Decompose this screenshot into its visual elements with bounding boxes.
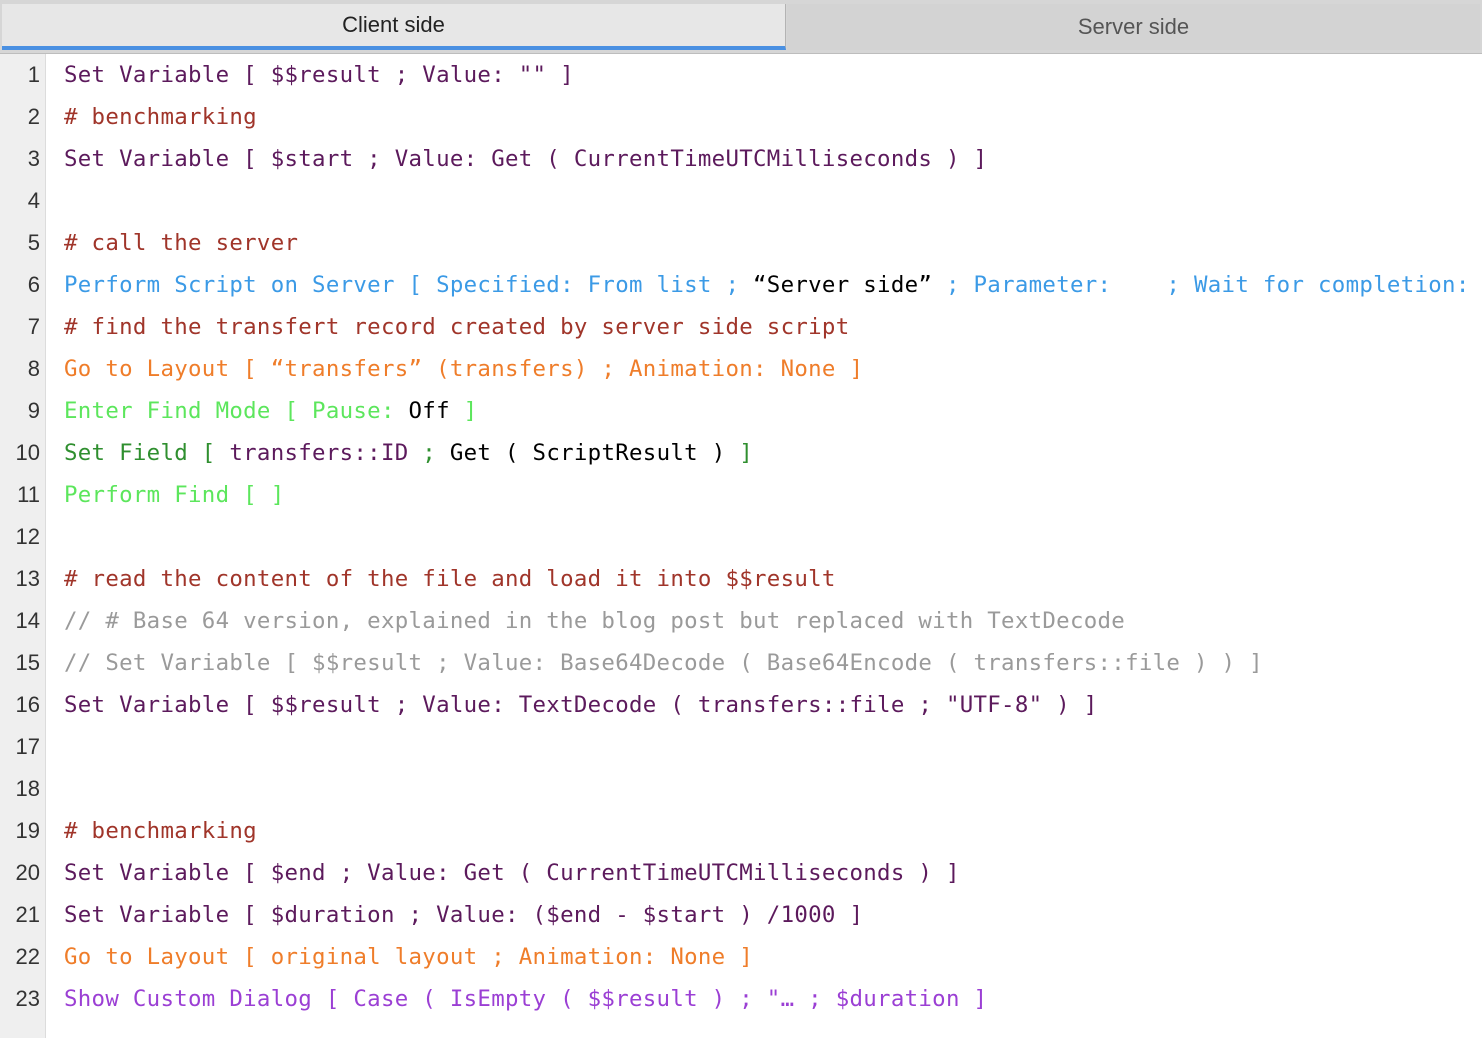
script-step: // # Base 64 version, explained in the b…	[64, 608, 1125, 634]
line-number: 11	[17, 482, 40, 507]
step-token: Perform Script on Server [ Specified: Fr…	[64, 272, 754, 298]
script-step: # find the transfert record created by s…	[64, 314, 849, 340]
step-token: # read the content of the file and load …	[64, 566, 836, 592]
line-number: 23	[15, 986, 40, 1011]
script-step: Enter Find Mode [ Pause: Off ]	[64, 398, 477, 424]
line-number: 21	[15, 902, 40, 927]
script-step-row[interactable]: 22 Go to Layout [ original layout ; Anima…	[0, 936, 1482, 978]
script-step-row[interactable]: 12	[0, 516, 1482, 558]
script-step-row[interactable]: 9 Enter Find Mode [ Pause: Off ]	[0, 390, 1482, 432]
script-step-row[interactable]: 2 # benchmarking	[0, 96, 1482, 138]
script-step: Perform Script on Server [ Specified: Fr…	[64, 272, 1482, 298]
step-token: “Server side”	[753, 272, 933, 298]
script-step: Set Variable [ $$result ; Value: "" ]	[64, 62, 574, 88]
script-step-row[interactable]: 15 // Set Variable [ $$result ; Value: Ba…	[0, 642, 1482, 684]
line-number: 5	[27, 230, 40, 255]
tab-client-side[interactable]: Client side	[2, 4, 786, 50]
script-step-row[interactable]: 8 Go to Layout [ “transfers” (transfers) …	[0, 348, 1482, 390]
line-number: 22	[15, 944, 40, 969]
line-number: 13	[15, 566, 40, 591]
script-step-row[interactable]: 6 Perform Script on Server [ Specified: F…	[0, 264, 1482, 306]
step-token: ]	[449, 398, 478, 424]
script-step-row[interactable]: 16 Set Variable [ $$result ; Value: TextD…	[0, 684, 1482, 726]
step-token: Go to Layout [ original layout ; Animati…	[64, 944, 754, 970]
script-step: Show Custom Dialog [ Case ( IsEmpty ( $$…	[64, 986, 987, 1012]
line-number: 17	[15, 734, 40, 759]
script-step: Set Field [ transfers::ID ; Get ( Script…	[64, 440, 753, 466]
line-number: 15	[15, 650, 40, 675]
line-number: 6	[27, 272, 40, 297]
step-token: Perform Find [ ]	[64, 482, 285, 508]
script-step-row[interactable]: 20 Set Variable [ $end ; Value: Get ( Cur…	[0, 852, 1482, 894]
script-step: # call the server	[64, 230, 298, 256]
step-token: # call the server	[64, 230, 299, 256]
line-number: 16	[15, 692, 40, 717]
line-number: 8	[27, 356, 40, 381]
step-token: Show Custom Dialog [ Case ( IsEmpty ( $$…	[64, 986, 988, 1012]
script-step-row[interactable]: 21 Set Variable [ $duration ; Value: ($en…	[0, 894, 1482, 936]
step-token: Set Variable [ $$result ; Value: "" ]	[64, 62, 574, 88]
script-step: Set Variable [ $$result ; Value: TextDec…	[64, 692, 1098, 718]
script-step-row[interactable]: 11 Perform Find [ ]	[0, 474, 1482, 516]
step-token: Set Variable [ $duration ; Value: ($end …	[64, 902, 864, 928]
tab-bar: Client side Server side	[0, 0, 1482, 54]
line-number: 19	[15, 818, 40, 843]
line-number: 10	[15, 440, 40, 465]
script-step: Perform Find [ ]	[64, 482, 285, 508]
line-number: 14	[15, 608, 40, 633]
step-token: Enter Find Mode [ Pause:	[64, 398, 409, 424]
script-step: Set Variable [ $end ; Value: Get ( Curre…	[64, 860, 960, 886]
step-token: // Set Variable [ $$result ; Value: Base…	[64, 650, 1263, 676]
step-token: ]	[725, 440, 754, 466]
step-token: Set Field [	[64, 440, 230, 466]
step-token: Set Variable [ $start ; Value: Get ( Cur…	[64, 146, 988, 172]
line-number: 9	[27, 398, 40, 423]
script-step: Set Variable [ $start ; Value: Get ( Cur…	[64, 146, 987, 172]
line-number: 2	[27, 104, 40, 129]
step-token: ;	[408, 440, 450, 466]
script-editor[interactable]: 1 Set Variable [ $$result ; Value: "" ] 2 #…	[0, 54, 1482, 1038]
step-token: Get ( ScriptResult )	[449, 440, 726, 466]
script-step-row[interactable]: 10 Set Field [ transfers::ID ; Get ( Scri…	[0, 432, 1482, 474]
script-step-row[interactable]: 23 Show Custom Dialog [ Case ( IsEmpty ( …	[0, 978, 1482, 1020]
script-step-row[interactable]: 7 # find the transfert record created by …	[0, 306, 1482, 348]
script-step: # benchmarking	[64, 104, 257, 130]
script-step-row[interactable]: 17	[0, 726, 1482, 768]
script-step-row[interactable]: 4	[0, 180, 1482, 222]
step-token: Go to Layout [ “transfers” (transfers) ;…	[64, 356, 864, 382]
script-step-row[interactable]: 13 # read the content of the file and loa…	[0, 558, 1482, 600]
script-step-row[interactable]: 19 # benchmarking	[0, 810, 1482, 852]
step-token: # benchmarking	[64, 818, 257, 844]
script-step: Set Variable [ $duration ; Value: ($end …	[64, 902, 863, 928]
line-number: 12	[15, 524, 40, 549]
step-token: Set Variable [ $end ; Value: Get ( Curre…	[64, 860, 960, 886]
script-step-row[interactable]: 1 Set Variable [ $$result ; Value: "" ]	[0, 54, 1482, 96]
script-step: # read the content of the file and load …	[64, 566, 836, 592]
script-step-row[interactable]: 18	[0, 768, 1482, 810]
step-token: Set Variable [ $$result ; Value: TextDec…	[64, 692, 1098, 718]
line-number: 4	[27, 188, 40, 213]
line-number: 3	[27, 146, 40, 171]
script-step-row[interactable]: 14 // # Base 64 version, explained in the…	[0, 600, 1482, 642]
line-number: 7	[27, 314, 40, 339]
script-step: # benchmarking	[64, 818, 257, 844]
script-step: Go to Layout [ original layout ; Animati…	[64, 944, 753, 970]
script-step: Go to Layout [ “transfers” (transfers) ;…	[64, 356, 863, 382]
step-token: transfers::ID	[229, 440, 409, 466]
step-token: Off	[408, 398, 450, 424]
line-number: 1	[27, 62, 40, 87]
script-step-row[interactable]: 3 Set Variable [ $start ; Value: Get ( Cu…	[0, 138, 1482, 180]
script-step-row[interactable]: 5 # call the server	[0, 222, 1482, 264]
step-token: # find the transfert record created by s…	[64, 314, 850, 340]
tab-server-side[interactable]: Server side	[787, 4, 1480, 50]
line-number: 20	[15, 860, 40, 885]
line-number: 18	[15, 776, 40, 801]
step-token: # benchmarking	[64, 104, 257, 130]
step-token: // # Base 64 version, explained in the b…	[64, 608, 1126, 634]
step-token: ; Parameter: ; Wait for completion:	[932, 272, 1482, 298]
script-step: // Set Variable [ $$result ; Value: Base…	[64, 650, 1263, 676]
